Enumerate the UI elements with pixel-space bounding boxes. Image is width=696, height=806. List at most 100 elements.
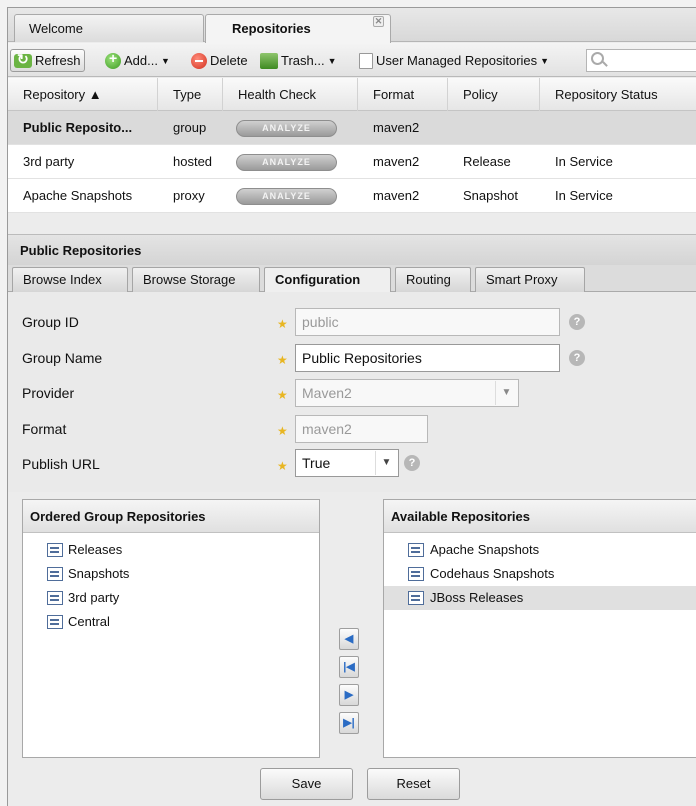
tab-bar: Welcome Repositories ✕ — [8, 8, 696, 43]
tab-browse-storage[interactable]: Browse Storage — [132, 267, 260, 292]
group-name-label: Group Name — [22, 350, 103, 366]
add-icon — [105, 50, 121, 69]
col-repository-status[interactable]: Repository Status — [540, 78, 696, 111]
delete-label: Delete — [210, 53, 248, 68]
list-item-label: Central — [68, 614, 110, 629]
move-left-button[interactable]: ◀ — [339, 628, 359, 650]
cell-format: maven2 — [373, 188, 420, 203]
move-right-button[interactable]: ▶ — [339, 684, 359, 706]
cell-policy — [448, 111, 540, 145]
chevron-down-icon: ▼ — [495, 381, 517, 405]
cell-repository: Public Reposito... — [23, 120, 133, 135]
publish-url-label: Publish URL — [22, 456, 100, 472]
table-row[interactable]: 3rd party hosted ANALYZE maven2 Release … — [8, 145, 696, 179]
cell-type: hosted — [173, 154, 213, 169]
list-item[interactable]: 3rd party — [23, 586, 319, 610]
cell-type: group — [173, 120, 207, 135]
close-icon[interactable]: ✕ — [373, 16, 384, 27]
configuration-form: Group ID ★ public ? Group Name ★ Public … — [8, 292, 696, 492]
cell-format: maven2 — [373, 120, 420, 135]
table-row[interactable]: Apache Snapshots proxy ANALYZE maven2 Sn… — [8, 179, 696, 213]
cell-policy: Snapshot — [463, 188, 518, 203]
col-repository[interactable]: Repository ▲ — [8, 78, 158, 111]
search-icon — [591, 52, 604, 65]
analyze-button[interactable]: ANALYZE — [236, 154, 337, 171]
reset-button[interactable]: Reset — [367, 768, 460, 800]
analyze-button[interactable]: ANALYZE — [236, 188, 337, 205]
required-star-icon: ★ — [277, 388, 288, 402]
format-field[interactable]: maven2 — [295, 415, 428, 443]
group-name-field[interactable]: Public Repositories — [295, 344, 560, 372]
cell-repository: 3rd party — [23, 154, 75, 169]
available-repositories-panel: Available Repositories Apache Snapshots … — [383, 499, 696, 758]
group-id-label: Group ID — [22, 314, 79, 330]
list-item[interactable]: Central — [23, 610, 319, 634]
tab-configuration[interactable]: Configuration — [264, 267, 391, 293]
add-label: Add... — [124, 53, 158, 68]
publish-url-select[interactable]: True ▼ — [295, 449, 399, 477]
chevron-down-icon: ▼ — [160, 55, 170, 66]
publish-url-value: True — [302, 455, 331, 471]
refresh-button[interactable]: Refresh — [10, 49, 85, 72]
cell-status — [540, 111, 696, 145]
list-item-label: Apache Snapshots — [430, 542, 540, 557]
cell-status: In Service — [555, 188, 613, 203]
format-label: Format — [22, 421, 67, 437]
provider-select[interactable]: Maven2 ▼ — [295, 379, 519, 407]
save-button[interactable]: Save — [260, 768, 353, 800]
col-policy[interactable]: Policy — [448, 78, 540, 111]
col-health-check[interactable]: Health Check — [223, 78, 358, 111]
chevron-down-icon: ▼ — [375, 451, 397, 475]
help-icon[interactable]: ? — [569, 350, 585, 366]
group-id-field[interactable]: public — [295, 308, 560, 336]
delete-icon — [191, 52, 207, 69]
add-button[interactable]: Add... ▼ — [102, 49, 173, 72]
tab-routing[interactable]: Routing — [395, 267, 471, 292]
help-icon[interactable]: ? — [404, 455, 420, 471]
move-all-left-button[interactable]: |◀ — [339, 656, 359, 678]
repository-icon — [408, 567, 424, 581]
repository-icon — [47, 543, 63, 557]
trash-button[interactable]: Trash... ▼ — [257, 49, 340, 72]
provider-label: Provider — [22, 385, 75, 401]
required-star-icon: ★ — [277, 459, 288, 473]
tab-browse-index[interactable]: Browse Index — [12, 267, 128, 292]
analyze-button[interactable]: ANALYZE — [236, 120, 337, 137]
list-item-label: Snapshots — [68, 566, 130, 581]
search-input[interactable] — [586, 49, 696, 72]
cell-policy: Release — [463, 154, 511, 169]
repository-icon — [47, 567, 63, 581]
list-item[interactable]: Codehaus Snapshots — [384, 562, 696, 586]
repository-icon — [408, 591, 424, 605]
tab-repositories-label: Repositories — [232, 21, 311, 36]
move-all-right-button[interactable]: ▶| — [339, 712, 359, 734]
ordered-group-repositories-panel: Ordered Group Repositories Releases Snap… — [22, 499, 320, 758]
list-item[interactable]: JBoss Releases — [384, 586, 696, 610]
tab-welcome-label: Welcome — [29, 21, 83, 36]
list-item[interactable]: Apache Snapshots — [384, 538, 696, 562]
grid-header: Repository ▲ Type Health Check Format Po… — [8, 78, 696, 111]
table-row[interactable]: Public Reposito... group ANALYZE maven2 — [8, 111, 696, 145]
trash-label: Trash... — [281, 53, 325, 68]
list-item[interactable]: Releases — [23, 538, 319, 562]
repository-icon — [47, 591, 63, 605]
detail-tabs: Browse Index Browse Storage Configuratio… — [8, 265, 696, 293]
col-type[interactable]: Type — [158, 78, 223, 111]
provider-value: Maven2 — [302, 385, 352, 401]
trash-icon — [260, 52, 278, 69]
list-item-label: JBoss Releases — [430, 590, 524, 605]
list-item[interactable]: Snapshots — [23, 562, 319, 586]
list-item-label: Codehaus Snapshots — [430, 566, 555, 581]
list-item-label: 3rd party — [68, 590, 120, 605]
col-format[interactable]: Format — [358, 78, 448, 111]
required-star-icon: ★ — [277, 317, 288, 331]
delete-button[interactable]: Delete — [188, 49, 251, 72]
repositories-window: Welcome Repositories ✕ Refresh Add... ▼ … — [7, 7, 696, 806]
chevron-down-icon: ▼ — [327, 55, 337, 66]
tab-repositories[interactable]: Repositories ✕ — [205, 14, 391, 43]
tab-smart-proxy[interactable]: Smart Proxy — [475, 267, 585, 292]
help-icon[interactable]: ? — [569, 314, 585, 330]
user-managed-repositories-button[interactable]: User Managed Repositories ▼ — [356, 49, 552, 72]
repository-icon — [408, 543, 424, 557]
tab-welcome[interactable]: Welcome — [14, 14, 204, 42]
